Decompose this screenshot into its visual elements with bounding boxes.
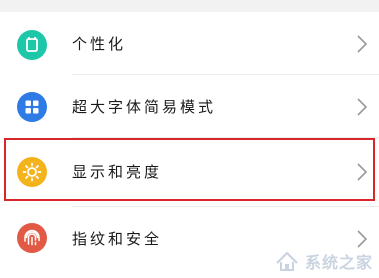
fingerprint-icon bbox=[17, 223, 47, 253]
settings-item-label: 超大字体简易模式 bbox=[72, 98, 217, 116]
watermark-logo bbox=[276, 251, 298, 271]
divider bbox=[72, 74, 379, 75]
settings-screen: 个性化 超大字体简易模式 显示和亮度 指纹和安全 系统之家 bbox=[0, 0, 379, 278]
top-divider bbox=[0, 0, 379, 12]
theme-icon bbox=[17, 30, 47, 60]
chevron-right-icon bbox=[357, 35, 368, 53]
settings-item-label: 个性化 bbox=[72, 35, 127, 53]
divider bbox=[72, 206, 379, 207]
settings-item-personalization[interactable]: 个性化 bbox=[0, 14, 379, 74]
chevron-right-icon bbox=[357, 98, 368, 116]
watermark: 系统之家 bbox=[274, 248, 373, 274]
settings-item-simple-mode[interactable]: 超大字体简易模式 bbox=[0, 77, 379, 137]
settings-item-label: 指纹和安全 bbox=[72, 230, 163, 248]
chevron-right-icon bbox=[357, 230, 368, 248]
highlight-box bbox=[4, 138, 375, 201]
watermark-text: 系统之家 bbox=[304, 253, 373, 272]
grid-icon bbox=[17, 92, 47, 122]
